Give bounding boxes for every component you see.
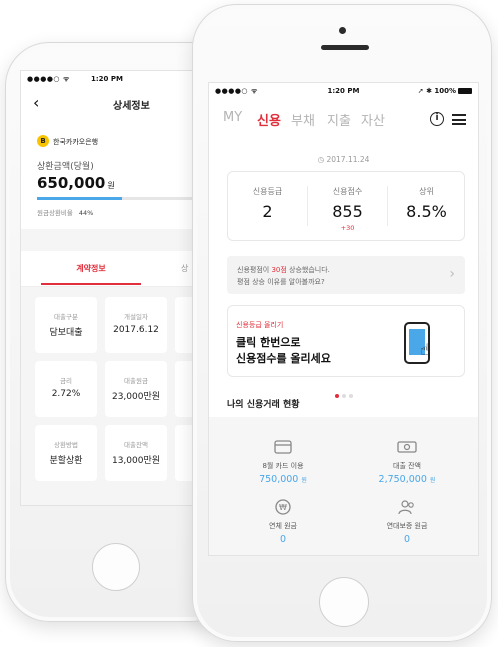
banner-tag: 신용등급 올리기 (236, 321, 284, 329)
tab-debt[interactable]: 부채 (291, 110, 315, 129)
tab-assets[interactable]: 자산 (361, 110, 385, 129)
tab-my[interactable]: MY (223, 110, 242, 125)
credit-summary: 8월 카드 이용 750,000 원 대출 잔액 2,750,000 원 ₩ 연… (209, 417, 478, 555)
chevron-right-icon: › (449, 266, 455, 282)
tab-contract-info[interactable]: 계약정보 (41, 263, 141, 274)
speaker-icon (321, 45, 369, 50)
tab-spending[interactable]: 지출 (327, 110, 351, 129)
won-icon: ₩ (275, 499, 291, 515)
battery-icon (458, 88, 472, 94)
credit-grade: 신용등급 2 (252, 187, 283, 221)
home-button[interactable] (92, 543, 140, 591)
banner-headline: 신용점수를 올리세요 (236, 352, 331, 365)
info-card: 대출잔액 13,000만원 (105, 425, 167, 481)
credit-boost-banner[interactable]: 신용등급 올리기 클릭 한번으로 신용점수를 올리세요 ☝ (227, 305, 465, 377)
home-button[interactable] (319, 577, 369, 627)
summary-overdue[interactable]: ₩ 연체 원금 0 (223, 499, 343, 545)
report-date: ◷ 2017.11.24 (317, 155, 370, 164)
main-nav: MY 신용 부채 지출 자산 i (209, 105, 478, 133)
info-card: 금리 2.72% (35, 361, 97, 417)
summary-loan-balance[interactable]: 대출 잔액 2,750,000 원 (347, 439, 467, 485)
summary-card-usage[interactable]: 8월 카드 이용 750,000 원 (223, 439, 343, 485)
bank-logo-icon: B (37, 135, 49, 147)
back-arrow-icon[interactable]: ‹ (33, 93, 39, 112)
section-title: 나의 신용거래 현황 (227, 400, 300, 410)
info-icon[interactable]: i (430, 112, 444, 126)
hamburger-menu-icon[interactable] (452, 114, 466, 125)
status-time: 1:20 PM (91, 75, 123, 83)
page-title: 상세정보 (113, 101, 150, 112)
repayment-amount: 650,000 원 (37, 174, 115, 192)
info-card: 상환방법 분할상환 (35, 425, 97, 481)
status-bar: ●●●●○ ᯤ 1:20 PM ➚ ✱ 100% (209, 83, 478, 99)
active-tab-indicator (41, 283, 141, 285)
card-icon (274, 440, 292, 454)
front-screen: ●●●●○ ᯤ 1:20 PM ➚ ✱ 100% MY 신용 부채 지출 자산 … (208, 82, 479, 556)
amount-label: 상환금액(당월) (37, 162, 94, 172)
info-card: 대출원금 23,000만원 (105, 361, 167, 417)
info-card: 대출구분 담보대출 (35, 297, 97, 353)
cash-icon (397, 441, 417, 453)
signal-indicator: ●●●●○ ᯤ (27, 75, 70, 83)
credit-score: 신용점수 855 +30 (332, 187, 363, 232)
credit-percentile: 상위 8.5% (406, 187, 447, 221)
info-card: 개설일자 2017.6.12 (105, 297, 167, 353)
bank-name: 한국카카오은행 (53, 138, 99, 146)
people-icon (398, 500, 414, 515)
tab-other[interactable]: 상 (181, 263, 188, 274)
camera-icon (339, 27, 346, 34)
repayment-rate: 원금상환비율 44% (37, 209, 94, 217)
tap-hand-icon: ☝ (420, 340, 430, 359)
tab-credit[interactable]: 신용 (257, 110, 281, 129)
summary-guarantee[interactable]: 연대보증 원금 0 (347, 499, 467, 545)
banner-headline: 클릭 한번으로 (236, 336, 301, 349)
svg-text:₩: ₩ (279, 503, 287, 512)
credit-stats-card: 신용등급 2 신용점수 855 +30 상위 8.5% (227, 171, 465, 241)
score-change-notice[interactable]: 신용평점이 30점 상승했습니다. 평점 상승 이유를 알아볼까요? › (227, 256, 465, 294)
battery-indicator: ➚ ✱ 100% (418, 87, 472, 95)
